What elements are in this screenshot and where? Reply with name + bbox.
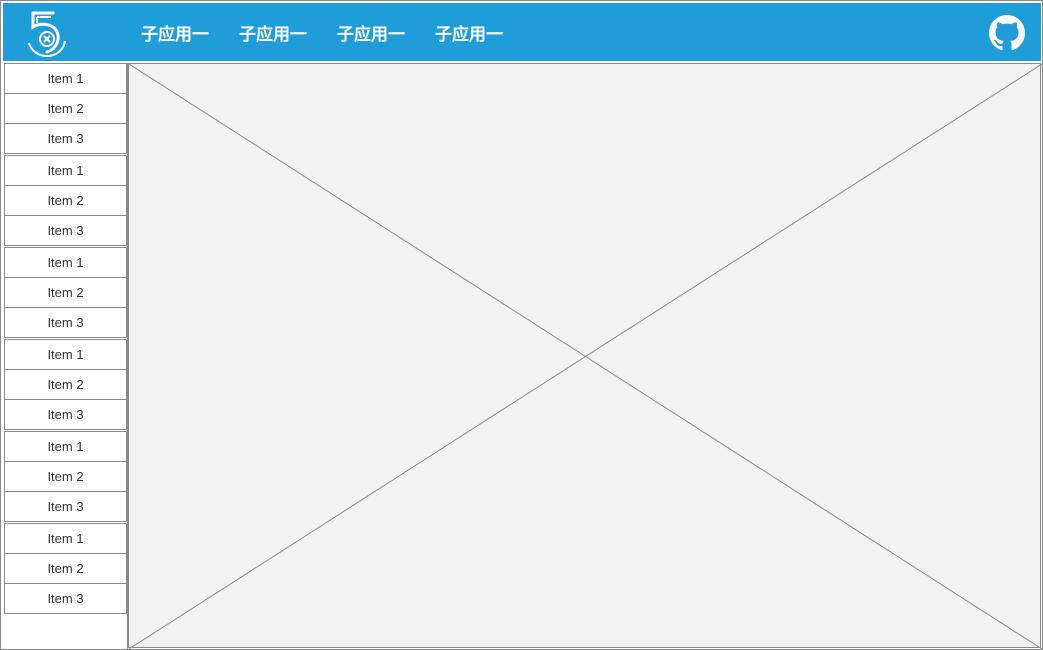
sidebar-group: Item 1 Item 2 Item 3 xyxy=(4,155,127,246)
sidebar: Item 1 Item 2 Item 3 Item 1 Item 2 Item … xyxy=(4,63,128,649)
sidebar-item[interactable]: Item 2 xyxy=(4,370,127,400)
sidebar-item[interactable]: Item 1 xyxy=(4,339,127,370)
nav-item-2[interactable]: 子应用一 xyxy=(239,20,307,45)
sidebar-group: Item 1 Item 2 Item 3 xyxy=(4,63,127,154)
sidebar-group: Item 1 Item 2 Item 3 xyxy=(4,339,127,430)
top-nav: 子应用一 子应用一 子应用一 子应用一 xyxy=(141,3,533,61)
sidebar-item[interactable]: Item 1 xyxy=(4,63,127,94)
sidebar-item[interactable]: Item 2 xyxy=(4,186,127,216)
nav-item-4[interactable]: 子应用一 xyxy=(435,20,503,45)
github-icon[interactable] xyxy=(989,15,1025,51)
sidebar-item[interactable]: Item 2 xyxy=(4,94,127,124)
sidebar-item[interactable]: Item 3 xyxy=(4,308,127,338)
sidebar-group: Item 1 Item 2 Item 3 xyxy=(4,247,127,338)
nav-item-1[interactable]: 子应用一 xyxy=(141,20,209,45)
top-header: 子应用一 子应用一 子应用一 子应用一 xyxy=(3,3,1041,61)
sidebar-item[interactable]: Item 1 xyxy=(4,247,127,278)
sidebar-group: Item 1 Item 2 Item 3 xyxy=(4,523,127,614)
app-frame: 子应用一 子应用一 子应用一 子应用一 Item 1 Item 2 Item 3… xyxy=(0,0,1043,650)
sidebar-item[interactable]: Item 2 xyxy=(4,462,127,492)
nav-item-3[interactable]: 子应用一 xyxy=(337,20,405,45)
sidebar-item[interactable]: Item 1 xyxy=(4,155,127,186)
sidebar-item[interactable]: Item 1 xyxy=(4,523,127,554)
sidebar-item[interactable]: Item 3 xyxy=(4,124,127,154)
sidebar-group: Item 1 Item 2 Item 3 xyxy=(4,431,127,522)
sidebar-item[interactable]: Item 1 xyxy=(4,431,127,462)
sidebar-item[interactable]: Item 3 xyxy=(4,216,127,246)
content-placeholder xyxy=(128,63,1042,649)
sidebar-item[interactable]: Item 2 xyxy=(4,278,127,308)
sidebar-item[interactable]: Item 2 xyxy=(4,554,127,584)
sidebar-item[interactable]: Item 3 xyxy=(4,584,127,614)
placeholder-cross xyxy=(129,64,1042,649)
logo-icon[interactable] xyxy=(25,11,69,57)
sidebar-item[interactable]: Item 3 xyxy=(4,400,127,430)
sidebar-item[interactable]: Item 3 xyxy=(4,492,127,522)
